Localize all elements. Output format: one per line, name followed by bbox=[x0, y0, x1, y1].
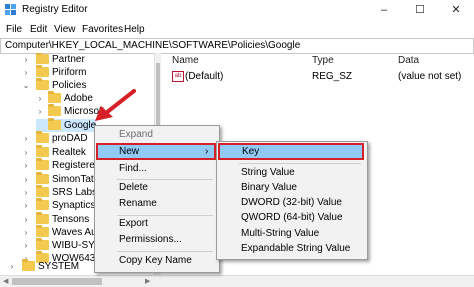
tree-item-partner[interactable]: › Partner bbox=[0, 53, 150, 66]
menu-separator bbox=[239, 163, 361, 164]
expand-chevron-icon[interactable]: › bbox=[22, 66, 30, 79]
submenu-item-dword-value[interactable]: DWORD (32-bit) Value bbox=[241, 195, 342, 211]
menu-file[interactable]: File bbox=[6, 24, 22, 35]
red-arrow-icon bbox=[95, 89, 136, 121]
expand-chevron-icon[interactable]: › bbox=[22, 53, 30, 66]
column-header-data[interactable]: Data bbox=[398, 55, 419, 66]
submenu-item-qword-value[interactable]: QWORD (64-bit) Value bbox=[241, 210, 343, 226]
expand-chevron-icon[interactable]: › bbox=[22, 199, 30, 212]
folder-icon bbox=[36, 238, 49, 250]
minimize-button[interactable]: – bbox=[366, 0, 402, 20]
expand-chevron-icon[interactable]: › bbox=[22, 213, 30, 226]
horizontal-scrollbar[interactable]: ◀ ▶ bbox=[0, 275, 474, 287]
folder-icon bbox=[48, 104, 61, 116]
tree-item-label: Realtek bbox=[52, 147, 86, 158]
value-name: (Default) bbox=[185, 71, 224, 82]
close-button[interactable]: ✕ bbox=[438, 0, 474, 20]
expand-chevron-icon[interactable]: › bbox=[22, 186, 30, 199]
folder-icon bbox=[48, 91, 61, 103]
column-header-name[interactable]: Name bbox=[172, 55, 199, 66]
value-data: (value not set) bbox=[398, 71, 462, 82]
expand-chevron-icon[interactable]: › bbox=[36, 105, 44, 118]
tree-item-label: Synaptics bbox=[52, 200, 96, 211]
tree-item-label: Partner bbox=[52, 54, 85, 65]
submenu-item-key[interactable]: Key bbox=[218, 143, 364, 160]
folder-icon bbox=[36, 198, 49, 210]
collapse-chevron-icon[interactable]: ⌄ bbox=[22, 79, 30, 92]
tree-item-label: SimonTath bbox=[52, 174, 100, 185]
menu-item-new[interactable]: New › bbox=[96, 143, 216, 160]
menu-help[interactable]: Help bbox=[124, 24, 145, 35]
expand-chevron-icon[interactable]: › bbox=[22, 226, 30, 239]
string-value-icon: ab bbox=[172, 71, 184, 82]
scroll-right-icon[interactable]: ▶ bbox=[145, 277, 150, 285]
menu-view[interactable]: View bbox=[54, 24, 76, 35]
tree-item-label: SRS Labs bbox=[52, 187, 98, 198]
expand-chevron-icon[interactable]: › bbox=[22, 132, 30, 145]
menu-item-find[interactable]: Find... bbox=[119, 161, 147, 177]
expand-chevron-icon[interactable]: › bbox=[22, 146, 30, 159]
expand-chevron-icon[interactable]: › bbox=[22, 239, 30, 252]
folder-icon bbox=[36, 185, 49, 197]
registry-editor-icon bbox=[5, 4, 17, 16]
folder-icon bbox=[36, 172, 49, 184]
expand-chevron-icon[interactable]: › bbox=[22, 159, 30, 172]
menu-edit[interactable]: Edit bbox=[30, 24, 47, 35]
horizontal-scrollbar-thumb[interactable] bbox=[12, 278, 102, 285]
folder-open-icon bbox=[36, 78, 49, 90]
expand-chevron-icon[interactable]: › bbox=[36, 92, 44, 105]
new-submenu: Key String Value Binary Value DWORD (32-… bbox=[216, 141, 368, 260]
folder-icon bbox=[22, 259, 35, 271]
menu-item-delete[interactable]: Delete bbox=[119, 180, 148, 196]
submenu-item-multi-string-value[interactable]: Multi-String Value bbox=[241, 226, 319, 242]
folder-icon bbox=[36, 53, 49, 64]
submenu-item-binary-value[interactable]: Binary Value bbox=[241, 180, 297, 196]
submenu-item-string-value[interactable]: String Value bbox=[241, 165, 295, 181]
submenu-item-expandable-string-value[interactable]: Expandable String Value bbox=[241, 241, 350, 257]
menu-item-copy-key-name[interactable]: Copy Key Name bbox=[119, 253, 192, 269]
value-row[interactable]: ab (Default) REG_SZ (value not set) bbox=[163, 69, 474, 83]
tree-item-label: Piriform bbox=[52, 67, 87, 78]
menu-favorites[interactable]: Favorites bbox=[82, 24, 123, 35]
menu-bar: File Edit View Favorites Help bbox=[0, 22, 474, 38]
tree-item-label: Policies bbox=[52, 80, 87, 91]
address-bar[interactable]: Computer\HKEY_LOCAL_MACHINE\SOFTWARE\Pol… bbox=[0, 38, 474, 54]
tree-item-label: Adobe bbox=[64, 93, 93, 104]
maximize-button[interactable]: ☐ bbox=[402, 0, 438, 20]
value-type: REG_SZ bbox=[312, 71, 353, 82]
expand-chevron-icon[interactable]: › bbox=[8, 260, 16, 273]
column-header-type[interactable]: Type bbox=[312, 55, 334, 66]
menu-item-new-label: New bbox=[119, 146, 140, 157]
menu-item-expand[interactable]: Expand bbox=[119, 127, 153, 143]
tree-item-label: SYSTEM bbox=[38, 261, 80, 272]
tree-item-label: proDAD bbox=[52, 133, 88, 144]
folder-icon bbox=[36, 225, 49, 237]
folder-icon bbox=[48, 118, 61, 130]
submenu-arrow-icon: › bbox=[205, 146, 209, 157]
menu-item-permissions[interactable]: Permissions... bbox=[119, 232, 182, 248]
tree-item-piriform[interactable]: › Piriform bbox=[0, 65, 150, 79]
tree-item-label: Tensons bbox=[52, 214, 90, 225]
window-title: Registry Editor bbox=[22, 4, 88, 15]
folder-icon bbox=[36, 158, 49, 170]
context-menu: Expand New › Find... Delete Rename Expor… bbox=[94, 125, 220, 273]
scroll-left-icon[interactable]: ◀ bbox=[3, 277, 8, 285]
menu-separator bbox=[117, 251, 213, 252]
title-bar: Registry Editor – ☐ ✕ bbox=[0, 0, 474, 20]
folder-icon bbox=[36, 212, 49, 224]
folder-icon bbox=[36, 131, 49, 143]
menu-item-rename[interactable]: Rename bbox=[119, 196, 157, 212]
folder-icon bbox=[36, 65, 49, 77]
folder-icon bbox=[36, 145, 49, 157]
expand-chevron-icon[interactable]: › bbox=[22, 173, 30, 186]
menu-item-export[interactable]: Export bbox=[119, 216, 148, 232]
address-path: Computer\HKEY_LOCAL_MACHINE\SOFTWARE\Pol… bbox=[5, 40, 301, 51]
submenu-item-key-label: Key bbox=[242, 146, 260, 157]
